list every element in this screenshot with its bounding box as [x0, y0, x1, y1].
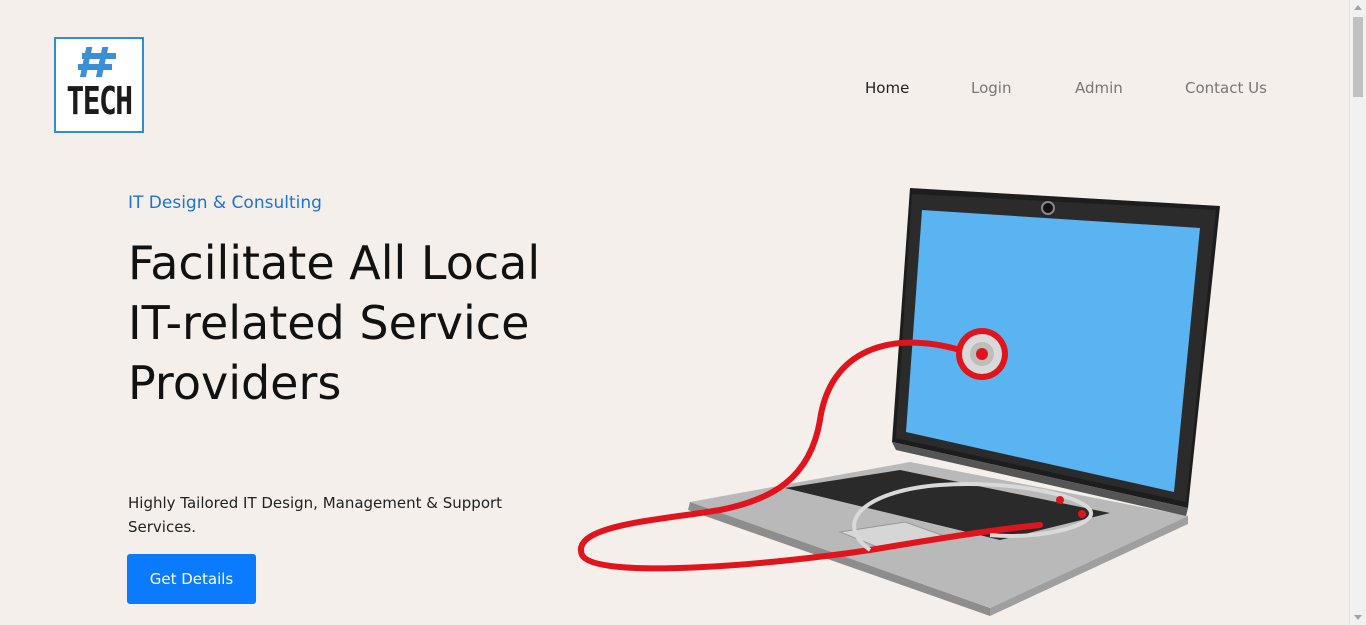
scroll-down-icon[interactable] [1354, 615, 1362, 620]
scroll-thumb[interactable] [1353, 17, 1363, 97]
nav-admin[interactable]: Admin [1075, 78, 1123, 98]
logo-text: TECH [66, 79, 133, 123]
nav-login[interactable]: Login [971, 78, 1011, 98]
hero-eyebrow: IT Design & Consulting [128, 193, 322, 213]
hero-headline: Facilitate All Local IT-related Service … [128, 236, 541, 410]
get-details-button[interactable]: Get Details [127, 554, 256, 604]
nav-home[interactable]: Home [865, 78, 909, 98]
hero-subtext: Highly Tailored IT Design, Management & … [128, 494, 503, 536]
laptop-with-stethoscope-image [577, 188, 1220, 616]
page: TECH Home Login Admin Contact Us IT Desi… [0, 0, 1349, 625]
scroll-up-icon[interactable] [1354, 5, 1362, 10]
nav-contact-us[interactable]: Contact Us [1185, 78, 1267, 98]
site-logo[interactable]: TECH [54, 37, 144, 133]
vertical-scrollbar[interactable] [1349, 0, 1366, 625]
